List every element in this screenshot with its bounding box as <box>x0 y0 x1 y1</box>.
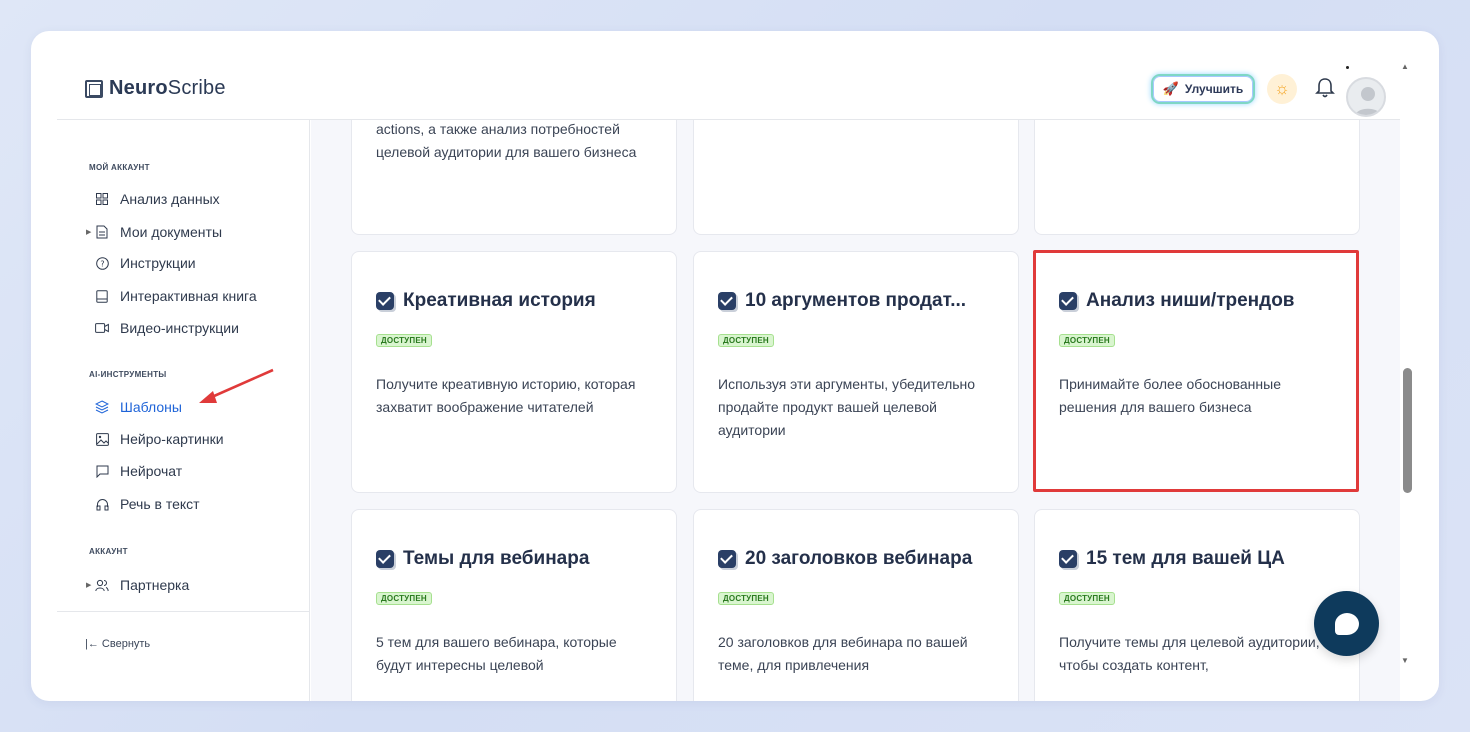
grid-icon <box>95 192 109 206</box>
sidebar-item-label: Интерактивная книга <box>120 288 257 304</box>
logo-text: NeuroScribe <box>109 77 226 99</box>
image-icon <box>95 432 109 446</box>
avatar[interactable] <box>1346 77 1386 117</box>
template-card[interactable] <box>1034 120 1360 235</box>
card-title: 15 тем для вашей ЦА <box>1059 548 1285 570</box>
notification-dot <box>1346 66 1349 69</box>
card-title: 20 заголовков вебинара <box>718 548 972 570</box>
sidebar-item-templates[interactable]: Шаблоны <box>95 399 182 415</box>
checkbox-icon <box>718 550 736 568</box>
sidebar-item-label: Нейрочат <box>120 463 183 479</box>
section-title-account: АККАУНТ <box>89 547 128 556</box>
section-title-ai-tools: AI-ИНСТРУМЕНТЫ <box>89 370 167 379</box>
sidebar-item-data-analysis[interactable]: Анализ данных <box>95 191 220 207</box>
avatar-placeholder-icon <box>1354 87 1382 115</box>
expand-caret-icon[interactable]: ▶ <box>86 581 91 589</box>
collapse-label: |← Свернуть <box>85 638 150 650</box>
card-description: Получите темы для целевой аудитории, что… <box>1059 634 1320 673</box>
template-card[interactable]: 15 тем для вашей ЦА ДОСТУПЕН Получите те… <box>1034 509 1360 701</box>
status-badge: ДОСТУПЕН <box>376 592 432 605</box>
checkbox-icon <box>1059 550 1077 568</box>
sidebar-item-label: Партнерка <box>120 577 190 593</box>
document-icon <box>95 225 109 239</box>
template-card[interactable]: Темы для вебинара ДОСТУПЕН 5 тем для ваш… <box>351 509 677 701</box>
users-icon <box>95 578 109 592</box>
checkbox-icon <box>376 292 394 310</box>
expand-caret-icon[interactable]: ▶ <box>86 228 91 236</box>
checkbox-icon <box>376 550 394 568</box>
card-description: Принимайте более обоснованные решения дл… <box>1059 376 1281 415</box>
sidebar-item-speech-to-text[interactable]: Речь в текст <box>95 496 200 512</box>
logo-icon <box>85 79 103 98</box>
logo[interactable]: NeuroScribe <box>85 77 226 100</box>
sidebar-item-partners[interactable]: ▶ Партнерка <box>86 577 190 593</box>
sidebar-item-interactive-book[interactable]: Интерактивная книга <box>95 288 257 304</box>
upgrade-button[interactable]: 🚀 Улучшить <box>1151 74 1255 104</box>
checkbox-icon <box>718 292 736 310</box>
status-badge: ДОСТУПЕН <box>1059 592 1115 605</box>
support-chat-button[interactable] <box>1314 591 1379 656</box>
scroll-up-arrow-icon[interactable]: ▲ <box>1401 62 1409 71</box>
notification-bell-icon[interactable] <box>1315 77 1335 99</box>
template-card-highlighted[interactable]: Анализ ниши/трендов ДОСТУПЕН Принимайте … <box>1033 250 1359 492</box>
sidebar-item-label: Мои документы <box>120 224 223 240</box>
status-badge: ДОСТУПЕН <box>718 334 774 347</box>
template-card[interactable]: 20 заголовков вебинара ДОСТУПЕН 20 загол… <box>693 509 1019 701</box>
headphones-icon <box>95 497 109 511</box>
status-badge: ДОСТУПЕН <box>718 592 774 605</box>
book-icon <box>95 289 109 303</box>
collapse-arrow-icon: |← <box>85 638 99 650</box>
layers-icon <box>95 400 109 414</box>
card-description: actions, а также анализ потребностей цел… <box>376 121 637 160</box>
scroll-down-arrow-icon[interactable]: ▼ <box>1401 656 1409 665</box>
top-header: NeuroScribe 🚀 Улучшить ☼ <box>57 31 1400 120</box>
sidebar-item-label: Анализ данных <box>120 191 220 207</box>
sidebar-item-label: Речь в текст <box>120 496 200 512</box>
help-circle-icon: ? <box>95 256 109 270</box>
status-badge: ДОСТУПЕН <box>1059 334 1115 347</box>
card-description: Используя эти аргументы, убедительно про… <box>718 376 976 438</box>
sidebar-item-label: Видео-инструкции <box>120 320 239 336</box>
svg-text:?: ? <box>100 259 104 268</box>
sidebar: МОЙ АККАУНТ Анализ данных ▶ Мои документ… <box>57 120 310 701</box>
annotation-arrow-icon <box>199 368 274 403</box>
chat-icon <box>95 464 109 478</box>
upgrade-label: Улучшить <box>1184 82 1244 96</box>
sidebar-item-neurochat[interactable]: Нейрочат <box>95 463 182 479</box>
templates-grid: actions, а также анализ потребностей цел… <box>311 120 1400 701</box>
collapse-sidebar-button[interactable]: |← Свернуть <box>57 611 310 671</box>
template-card[interactable]: Креативная история ДОСТУПЕН Получите кре… <box>351 251 677 493</box>
rocket-icon: 🚀 <box>1162 81 1179 96</box>
template-card[interactable] <box>693 120 1019 235</box>
card-description: Получите креативную историю, которая зах… <box>376 376 636 415</box>
sun-icon: ☼ <box>1274 79 1290 98</box>
template-card[interactable]: 10 аргументов продат... ДОСТУПЕН Использ… <box>693 251 1019 493</box>
card-title: 10 аргументов продат... <box>718 290 966 312</box>
card-description: 5 тем для вашего вебинара, которые будут… <box>376 634 617 673</box>
checkbox-icon <box>1059 292 1077 310</box>
theme-toggle-button[interactable]: ☼ <box>1267 74 1297 104</box>
sidebar-item-neuro-images[interactable]: Нейро-картинки <box>95 431 224 447</box>
collapse-text: Свернуть <box>101 638 151 650</box>
video-icon <box>95 321 109 335</box>
sidebar-item-video-instructions[interactable]: Видео-инструкции <box>95 320 239 336</box>
sidebar-item-label: Шаблоны <box>120 399 182 415</box>
scrollbar-thumb[interactable] <box>1403 368 1412 493</box>
sidebar-item-my-documents[interactable]: ▶ Мои документы <box>86 224 223 240</box>
section-title-my-account: МОЙ АККАУНТ <box>89 163 150 172</box>
card-title: Анализ ниши/трендов <box>1059 290 1295 312</box>
app-window: NeuroScribe 🚀 Улучшить ☼ МОЙ АККАУНТ Ана… <box>31 31 1439 701</box>
template-card[interactable]: actions, а также анализ потребностей цел… <box>351 120 677 235</box>
card-title: Темы для вебинара <box>376 548 589 570</box>
status-badge: ДОСТУПЕН <box>376 334 432 347</box>
sidebar-item-label: Инструкции <box>120 255 196 271</box>
card-description: 20 заголовков для вебинара по вашей теме… <box>718 634 968 673</box>
card-title: Креативная история <box>376 290 596 312</box>
sidebar-item-label: Нейро-картинки <box>120 431 224 447</box>
sidebar-item-instructions[interactable]: ? Инструкции <box>95 255 196 271</box>
